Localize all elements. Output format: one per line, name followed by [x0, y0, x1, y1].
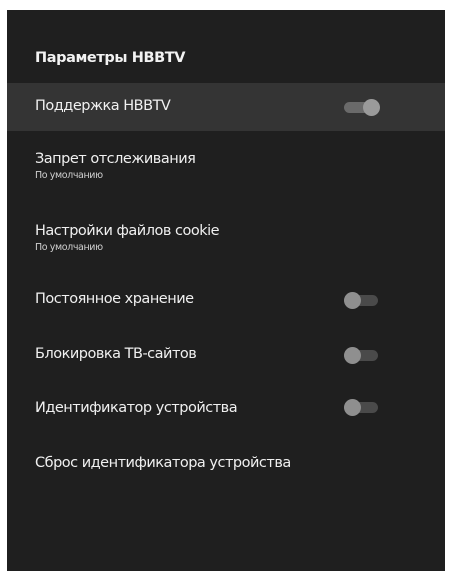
- menu-item-label: Блокировка ТВ-сайтов: [35, 346, 197, 362]
- menu-item-do-not-track[interactable]: Запрет отслеживания По умолчанию: [7, 144, 445, 192]
- settings-panel: Параметры HBBTV Поддержка HBBTV Запрет о…: [7, 10, 445, 571]
- menu-item-label: Запрет отслеживания: [35, 151, 196, 167]
- menu-item-label: Постоянное хранение: [35, 291, 194, 307]
- menu-item-hbbtv-support[interactable]: Поддержка HBBTV: [7, 83, 445, 131]
- menu-item-label: Настройки файлов cookie: [35, 223, 220, 239]
- block-tv-sites-toggle[interactable]: [344, 347, 380, 364]
- toggle-thumb: [344, 399, 361, 416]
- menu-item-persistent-storage[interactable]: Постоянное хранение: [7, 276, 445, 324]
- toggle-thumb: [344, 292, 361, 309]
- toggle-thumb: [363, 99, 380, 116]
- menu-item-value: По умолчанию: [35, 170, 103, 181]
- menu-item-cookie-settings[interactable]: Настройки файлов cookie По умолчанию: [7, 216, 445, 264]
- menu-item-device-id[interactable]: Идентификатор устройства: [7, 385, 445, 433]
- menu-item-label: Сброс идентификатора устройства: [35, 455, 291, 471]
- menu-item-reset-device-id[interactable]: Сброс идентификатора устройства: [7, 440, 445, 488]
- toggle-thumb: [344, 347, 361, 364]
- persistent-storage-toggle[interactable]: [344, 292, 380, 309]
- menu-item-block-tv-sites[interactable]: Блокировка ТВ-сайтов: [7, 331, 445, 379]
- menu-item-label: Поддержка HBBTV: [35, 98, 171, 114]
- hbbtv-support-toggle[interactable]: [344, 99, 380, 116]
- panel-title: Параметры HBBTV: [35, 50, 186, 66]
- menu-item-label: Идентификатор устройства: [35, 400, 238, 416]
- device-id-toggle[interactable]: [344, 399, 380, 416]
- menu-item-value: По умолчанию: [35, 242, 103, 253]
